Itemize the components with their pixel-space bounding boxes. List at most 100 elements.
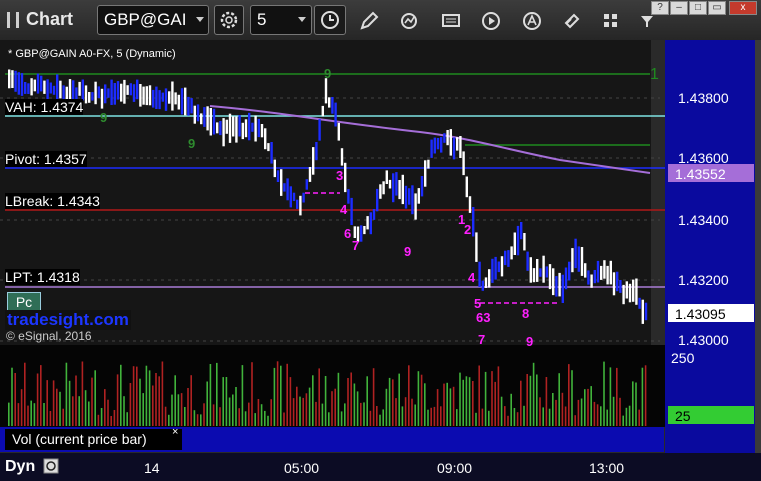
symbol-input[interactable]: GBP@GAI — [97, 5, 209, 35]
price-bar — [385, 170, 388, 184]
price-bar — [260, 124, 264, 138]
price-bar — [40, 75, 43, 92]
price-bar — [43, 80, 46, 94]
time-button[interactable] — [314, 5, 346, 35]
price-bar — [574, 238, 577, 269]
price-bar — [372, 209, 376, 220]
time-axis-bar — [0, 453, 761, 481]
volume-bar — [324, 376, 327, 426]
price-bar — [500, 256, 504, 277]
volume-bar — [14, 373, 16, 426]
pc-button[interactable]: Pc — [7, 292, 41, 312]
volume-bar — [449, 388, 452, 426]
volume-bar — [526, 374, 528, 426]
price-bar — [254, 115, 257, 142]
minimize-button[interactable]: – — [670, 1, 688, 15]
restore-button[interactable]: □ — [689, 1, 707, 15]
price-bar — [62, 85, 65, 100]
price-bar — [340, 148, 344, 166]
price-bar — [168, 91, 171, 104]
grid-icon[interactable] — [600, 10, 622, 32]
help-button[interactable]: ? — [651, 1, 669, 15]
vah-label: VAH: 1.4374 — [5, 99, 84, 115]
price-bar — [174, 92, 177, 105]
volume-bar — [184, 407, 186, 426]
price-chart[interactable] — [0, 40, 761, 481]
price-bar — [267, 143, 270, 152]
volume-bar — [414, 404, 416, 426]
price-bar — [257, 118, 260, 138]
volume-bar — [244, 411, 247, 426]
price-bar — [244, 119, 248, 138]
settings-button[interactable] — [214, 5, 244, 35]
price-axis-bg — [665, 40, 761, 345]
volume-bar — [465, 376, 468, 426]
price-bar — [305, 179, 308, 190]
price-bar — [126, 85, 129, 95]
ma-price-tag: 1.43552 — [675, 166, 726, 182]
price-bar — [417, 188, 420, 204]
lbreak-label: LBreak: 1.4343 — [5, 193, 100, 209]
close-study-icon[interactable]: × — [172, 426, 178, 438]
maximize-button[interactable]: ▭ — [708, 1, 726, 15]
volume-bar — [427, 409, 429, 426]
volume-bar — [129, 383, 132, 426]
calculator-icon[interactable] — [440, 10, 462, 32]
price-bar — [184, 87, 187, 116]
volume-bar — [164, 406, 167, 426]
price-bar — [568, 261, 571, 281]
volume-bar — [206, 381, 208, 426]
volume-bar — [609, 367, 612, 426]
price-bar — [100, 88, 104, 109]
play-icon[interactable] — [480, 10, 502, 32]
volume-study-label[interactable]: Vol (current price bar) — [5, 429, 182, 450]
price-bar — [328, 97, 331, 108]
snapshot-icon[interactable] — [43, 458, 59, 474]
price-bar — [164, 88, 168, 111]
price-bar — [411, 185, 414, 215]
price-bar — [443, 133, 446, 143]
drag-grip-icon[interactable] — [7, 12, 19, 28]
volume-bar — [209, 364, 212, 426]
chart-area[interactable]: * GBP@GAIN A0-FX, 5 (Dynamic) VAH: 1.437… — [0, 40, 761, 481]
price-bar — [24, 82, 27, 94]
chevron-down-icon[interactable] — [196, 17, 204, 22]
price-bar — [404, 185, 408, 209]
price-bar — [609, 260, 612, 285]
dynamic-label[interactable]: Dyn — [5, 458, 35, 476]
chevron-down-icon[interactable] — [298, 17, 306, 22]
price-bar — [555, 276, 558, 297]
volume-bar — [30, 400, 32, 426]
price-bar — [219, 121, 222, 136]
price-bar — [171, 81, 174, 111]
volume-bar — [334, 388, 336, 426]
volume-bar — [360, 402, 362, 426]
volume-bar — [81, 361, 84, 426]
volume-bar — [497, 366, 500, 426]
close-button[interactable]: x — [729, 1, 757, 15]
window-border — [755, 40, 761, 481]
volume-bar — [267, 415, 269, 426]
signal-marker: 7 — [352, 238, 360, 253]
pencil-icon[interactable] — [358, 10, 380, 32]
volume-bar — [17, 403, 20, 426]
volume-bar — [500, 396, 503, 426]
link-icon[interactable] — [561, 10, 583, 32]
volume-bar — [376, 406, 378, 426]
price-bar — [49, 82, 52, 94]
volume-bar — [59, 391, 61, 426]
signal-marker: 9 — [100, 110, 108, 125]
price-bar — [638, 297, 641, 309]
price-tick: 1.43200 — [678, 272, 729, 288]
price-bar — [398, 180, 401, 200]
alert-icon[interactable] — [521, 10, 543, 32]
level-marker: 1 — [650, 66, 659, 83]
price-bar — [491, 258, 494, 283]
price-bar — [628, 283, 632, 303]
refresh-icon[interactable] — [398, 10, 420, 32]
volume-bar — [488, 410, 490, 426]
interval-select[interactable]: 5 — [250, 5, 312, 35]
volume-bar — [228, 397, 231, 426]
price-bar — [350, 197, 353, 225]
volume-bar — [107, 399, 109, 426]
